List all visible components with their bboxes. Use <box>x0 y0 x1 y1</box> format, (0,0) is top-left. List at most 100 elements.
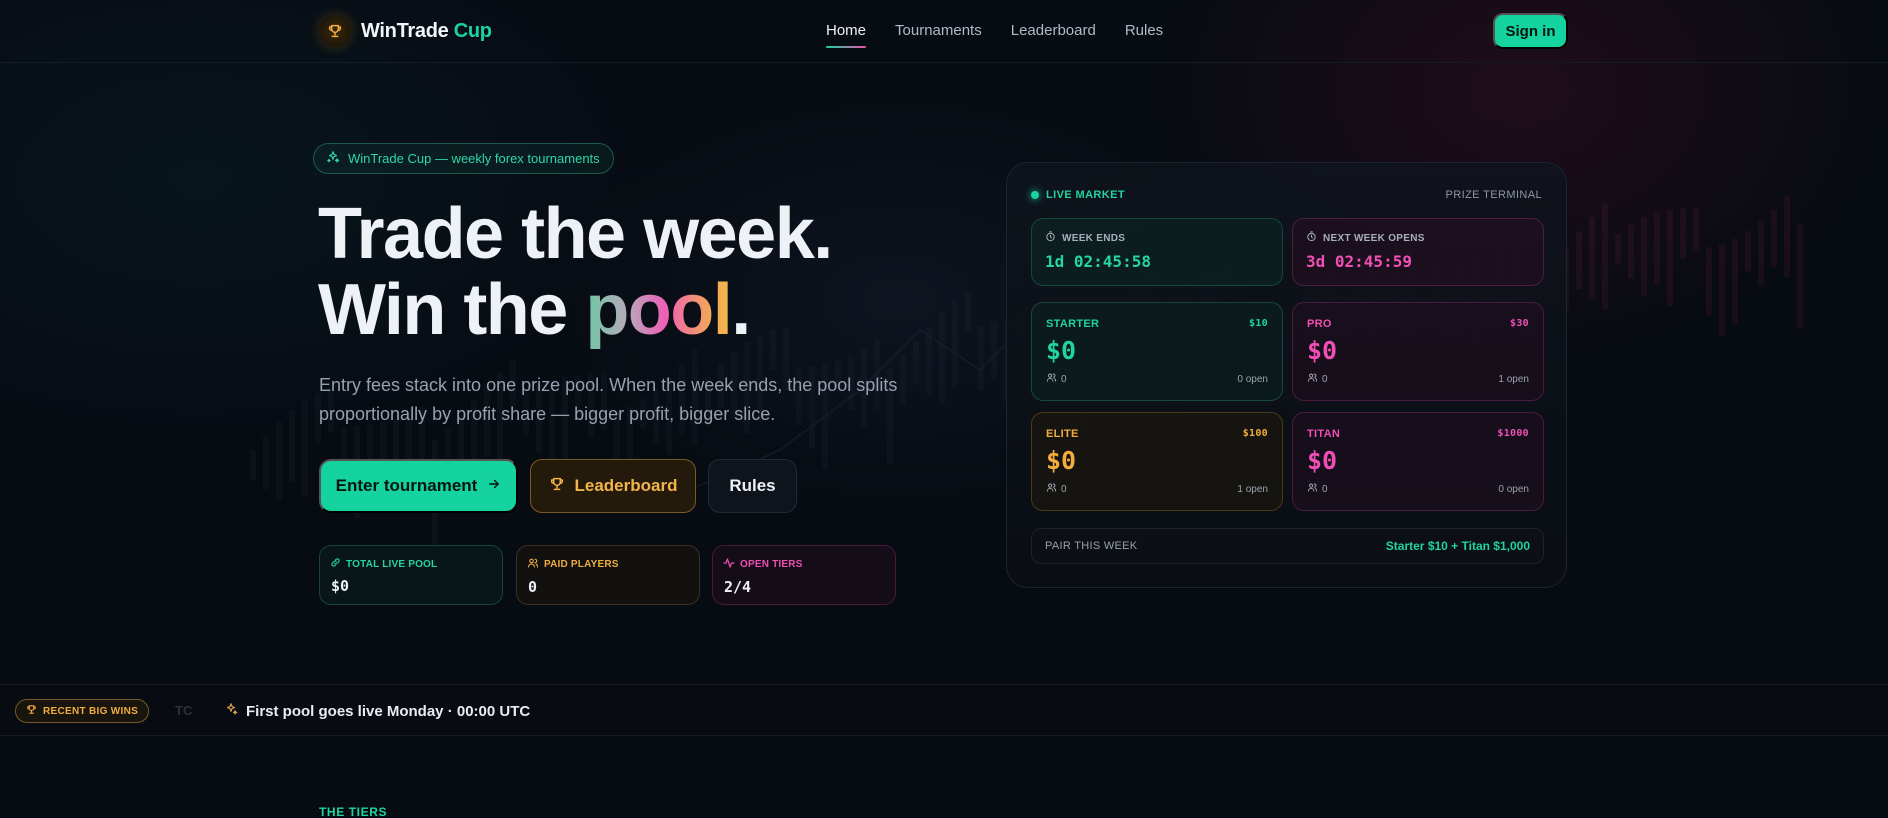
wins-ticker: RECENT BIG WINS TC First pool goes live … <box>0 684 1888 736</box>
tier-name: TITAN <box>1307 428 1341 440</box>
candle <box>1758 221 1764 286</box>
pair-label: PAIR THIS WEEK <box>1045 540 1138 552</box>
stopwatch-icon <box>1045 231 1056 245</box>
candle <box>1602 203 1608 310</box>
tier-open: 0 open <box>1237 373 1268 385</box>
tier-name: PRO <box>1307 318 1332 330</box>
candle <box>991 321 997 380</box>
tier-open: 0 open <box>1498 483 1529 495</box>
tier-card-titan[interactable]: TITAN $1000 $0 0 0 open <box>1292 412 1544 511</box>
tier-players: 0 <box>1061 483 1067 495</box>
next-week-timer: NEXT WEEK OPENS 3d 02:45:59 <box>1292 218 1544 286</box>
candle <box>926 326 932 395</box>
countdown-value: 1d 02:45:58 <box>1045 252 1151 271</box>
nav-leaderboard[interactable]: Leaderboard <box>1011 22 1096 39</box>
candle <box>939 312 945 405</box>
tier-card-starter[interactable]: STARTER $10 $0 0 0 open <box>1031 302 1283 401</box>
sign-in-button[interactable]: Sign in <box>1493 13 1568 49</box>
trophy-icon <box>26 704 37 718</box>
candle <box>1615 234 1621 265</box>
users-icon <box>527 557 539 572</box>
sparkles-icon <box>224 702 238 720</box>
candle <box>289 410 295 483</box>
users-icon <box>1046 482 1057 496</box>
logo[interactable]: WinTrade Cup <box>319 15 492 47</box>
candle <box>1654 212 1660 285</box>
users-icon <box>1046 372 1057 386</box>
leaderboard-button[interactable]: Leaderboard <box>530 459 696 513</box>
stat-total-live-pool: TOTAL LIVE POOL $0 <box>319 545 503 605</box>
enter-tournament-button[interactable]: Enter tournament <box>319 459 518 513</box>
candle <box>1719 244 1725 337</box>
tier-fee: $100 <box>1242 428 1268 439</box>
hero-pill: WinTrade Cup — weekly forex tournaments <box>313 143 614 174</box>
tier-pool: $0 <box>1046 336 1077 365</box>
candle <box>276 422 282 501</box>
week-ends-timer: WEEK ENDS 1d 02:45:58 <box>1031 218 1283 286</box>
rules-button[interactable]: Rules <box>708 459 797 513</box>
tier-fee: $10 <box>1249 318 1268 329</box>
nav-tournaments[interactable]: Tournaments <box>895 22 982 39</box>
candle <box>302 400 308 497</box>
candle <box>250 450 256 480</box>
trophy-icon <box>549 476 565 497</box>
users-icon <box>1307 372 1318 386</box>
candle <box>1745 231 1751 272</box>
tier-fee: $1000 <box>1497 428 1529 439</box>
candle <box>1589 217 1595 300</box>
candle <box>913 340 919 385</box>
prize-terminal: LIVE MARKET PRIZE TERMINAL WEEK ENDS 1d … <box>1006 162 1567 588</box>
stat-value: 0 <box>528 578 538 596</box>
candle <box>1680 208 1686 259</box>
candle <box>1693 207 1699 252</box>
hero-pill-text: WinTrade Cup — weekly forex tournaments <box>348 151 600 166</box>
candle <box>1797 223 1803 330</box>
candle <box>1706 247 1712 316</box>
ticker-faded-item: TC <box>175 703 193 718</box>
stat-value: 2/4 <box>724 578 752 596</box>
pair-this-week: PAIR THIS WEEK Starter $10 + Titan $1,00… <box>1031 528 1544 564</box>
tier-pool: $0 <box>1046 446 1077 475</box>
nav-rules[interactable]: Rules <box>1125 22 1163 39</box>
ticker-message: First pool goes live Monday · 00:00 UTC <box>224 702 530 720</box>
candle <box>1576 231 1582 290</box>
candle <box>965 291 971 332</box>
sparkles-icon <box>326 150 340 167</box>
hero-headline: Trade the week. Win the pool. <box>318 196 833 350</box>
tier-card-pro[interactable]: PRO $30 $0 0 1 open <box>1292 302 1544 401</box>
headline-highlight: pool <box>585 270 732 350</box>
hero-description: Entry fees stack into one prize pool. Wh… <box>319 375 898 424</box>
nav-home[interactable]: Home <box>826 22 867 48</box>
tier-fee: $30 <box>1510 318 1529 329</box>
tier-pool: $0 <box>1307 446 1338 475</box>
nav-links: Home Tournaments Leaderboard Rules <box>826 22 1163 48</box>
stat-value: $0 <box>331 577 350 595</box>
brand-name: WinTrade Cup <box>361 19 492 42</box>
tier-pool: $0 <box>1307 336 1338 365</box>
candle <box>1771 209 1777 268</box>
pulse-icon <box>723 557 735 572</box>
users-icon <box>1307 482 1318 496</box>
recent-big-wins-badge: RECENT BIG WINS <box>15 699 150 723</box>
section-label-tiers: THE TIERS <box>319 805 388 818</box>
candle <box>445 427 451 458</box>
tier-players: 0 <box>1061 373 1067 385</box>
tier-open: 1 open <box>1237 483 1268 495</box>
stat-open-tiers: OPEN TIERS 2/4 <box>712 545 896 605</box>
candle <box>1628 224 1634 279</box>
candle <box>978 326 984 391</box>
countdown-value: 3d 02:45:59 <box>1306 252 1412 271</box>
pair-value: Starter $10 + Titan $1,000 <box>1385 539 1530 553</box>
stopwatch-icon <box>1306 231 1317 245</box>
live-dot-icon <box>1031 191 1039 199</box>
tier-name: STARTER <box>1046 318 1100 330</box>
tier-open: 1 open <box>1498 373 1529 385</box>
stat-paid-players: PAID PLAYERS 0 <box>516 545 700 605</box>
tier-players: 0 <box>1322 373 1328 385</box>
tier-card-elite[interactable]: ELITE $100 $0 0 1 open <box>1031 412 1283 511</box>
tier-name: ELITE <box>1046 428 1079 440</box>
headline-line-2: Win the pool. <box>318 270 751 350</box>
candle <box>1784 195 1790 278</box>
candle <box>1641 217 1647 296</box>
arrow-right-icon <box>487 476 501 496</box>
